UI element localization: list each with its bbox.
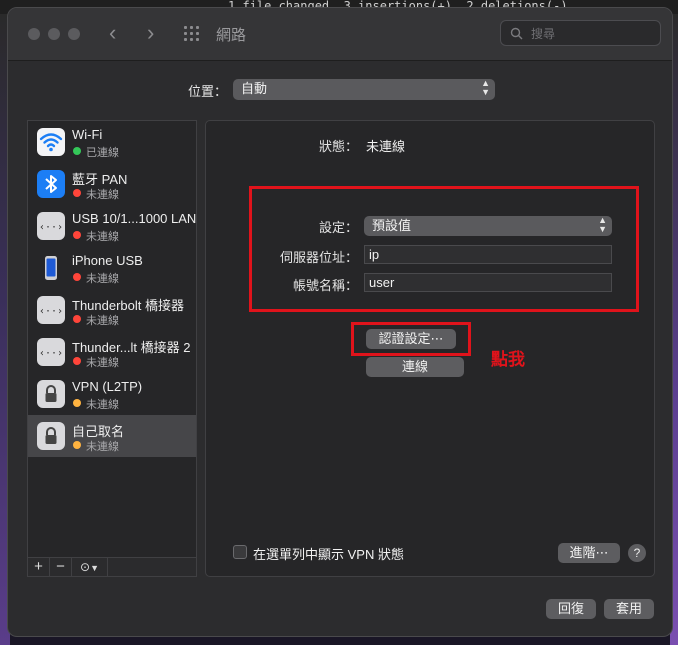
service-name: iPhone USB — [72, 253, 143, 268]
service-item-wifi[interactable]: Wi-Fi 已連線 — [28, 121, 196, 163]
config-popup[interactable]: 預設值 ▲ ▼ — [364, 216, 612, 236]
revert-button[interactable]: 回復 — [546, 599, 596, 619]
status-dot-icon — [73, 399, 81, 407]
lock-icon — [37, 380, 65, 408]
service-status: 未連線 — [86, 189, 119, 201]
service-name: Wi-Fi — [72, 127, 103, 142]
svg-text:‹··›: ‹··› — [39, 306, 63, 317]
service-list-toolbar: + − ⊙▼ — [27, 557, 197, 577]
server-address-label: 伺服器位址： — [279, 250, 358, 265]
ethernet-icon: ‹··› — [37, 296, 65, 324]
window-title: 網路 — [216, 27, 247, 44]
annotation-click-me: 點我 — [491, 350, 525, 369]
service-status: 未連線 — [86, 273, 119, 285]
iphone-icon — [37, 254, 65, 282]
minimize-window-button[interactable] — [48, 28, 60, 40]
bluetooth-icon — [37, 170, 65, 198]
status-dot-icon — [73, 147, 81, 155]
service-item-custom-vpn[interactable]: 自己取名 未連線 — [28, 415, 196, 457]
service-status: 未連線 — [86, 231, 119, 243]
connect-button[interactable]: 連線 — [366, 357, 464, 377]
show-vpn-status-checkbox[interactable] — [233, 545, 247, 559]
service-item-usb-lan[interactable]: ‹··› USB 10/1...1000 LAN 未連線 — [28, 205, 196, 247]
location-label: 位置： — [188, 84, 228, 99]
close-window-button[interactable] — [28, 28, 40, 40]
service-name: USB 10/1...1000 LAN — [72, 211, 197, 226]
config-value: 預設值 — [372, 218, 412, 233]
account-name-label: 帳號名稱： — [292, 278, 358, 293]
location-popup[interactable]: 自動 ▲ ▼ — [233, 79, 495, 100]
back-icon[interactable]: ‹ — [109, 22, 116, 44]
status-value: 未連線 — [366, 139, 406, 154]
ethernet-icon: ‹··› — [37, 212, 65, 240]
remove-service-button[interactable]: − — [50, 558, 72, 576]
chevron-down-icon: ▼ — [90, 563, 99, 573]
advanced-button[interactable]: 進階⋯ — [558, 543, 620, 563]
authentication-settings-button[interactable]: 認證設定⋯ — [366, 329, 456, 349]
service-item-thunderbolt-bridge[interactable]: ‹··› Thunderbolt 橋接器 未連線 — [28, 289, 196, 331]
lock-icon — [37, 422, 65, 450]
service-status: 未連線 — [86, 315, 119, 327]
titlebar: ‹ › 網路 搜尋 — [8, 8, 672, 61]
wifi-icon — [37, 128, 65, 156]
service-status: 未連線 — [86, 441, 119, 453]
service-status: 已連線 — [86, 147, 119, 159]
server-address-field[interactable]: ip — [364, 245, 612, 264]
help-button[interactable]: ? — [628, 544, 646, 562]
config-label: 設定： — [318, 220, 358, 235]
status-dot-icon — [73, 189, 81, 197]
action-menu-button[interactable]: ⊙▼ — [72, 558, 108, 576]
network-preferences-window: ‹ › 網路 搜尋 位置： 自動 ▲ ▼ Wi-Fi 已連線 藍牙 PAN 未連… — [7, 7, 673, 637]
ethernet-icon: ‹··› — [37, 338, 65, 366]
service-name: VPN (L2TP) — [72, 379, 143, 394]
service-item-thunderbolt-bridge-2[interactable]: ‹··› Thunder...lt 橋接器 2 未連線 — [28, 331, 196, 373]
show-all-grid-icon[interactable] — [184, 26, 200, 42]
svg-text:‹··›: ‹··› — [39, 348, 63, 359]
service-status: 未連線 — [86, 399, 119, 411]
detail-panel: 狀態： 未連線 設定： 預設值 ▲ ▼ 伺服器位址： ip 帳號名稱： user … — [205, 120, 655, 577]
account-name-field[interactable]: user — [364, 273, 612, 292]
status-dot-icon — [73, 357, 81, 365]
forward-icon[interactable]: › — [147, 22, 154, 44]
svg-text:‹··›: ‹··› — [39, 222, 63, 233]
status-dot-icon — [73, 231, 81, 239]
search-placeholder: 搜尋 — [531, 27, 556, 41]
status-label: 狀態： — [318, 139, 358, 154]
status-dot-icon — [73, 273, 81, 281]
apply-button[interactable]: 套用 — [604, 599, 654, 619]
status-dot-icon — [73, 441, 81, 449]
status-dot-icon — [73, 315, 81, 323]
action-gear-icon: ⊙ — [80, 560, 91, 574]
search-field[interactable]: 搜尋 — [500, 20, 661, 46]
popup-arrows-icon: ▲ ▼ — [481, 78, 490, 97]
add-service-button[interactable]: + — [28, 558, 50, 576]
show-vpn-status-label: 在選單列中顯示 VPN 狀態 — [253, 547, 404, 562]
search-icon — [510, 27, 523, 40]
service-list: Wi-Fi 已連線 藍牙 PAN 未連線 ‹··› USB 10/1...100… — [27, 120, 197, 577]
location-value: 自動 — [241, 81, 268, 96]
service-item-bluetooth-pan[interactable]: 藍牙 PAN 未連線 — [28, 163, 196, 205]
service-item-vpn-l2tp[interactable]: VPN (L2TP) 未連線 — [28, 373, 196, 415]
service-status: 未連線 — [86, 357, 119, 369]
service-item-iphone-usb[interactable]: iPhone USB 未連線 — [28, 247, 196, 289]
zoom-window-button[interactable] — [68, 28, 80, 40]
popup-arrows-icon: ▲ ▼ — [598, 215, 607, 234]
